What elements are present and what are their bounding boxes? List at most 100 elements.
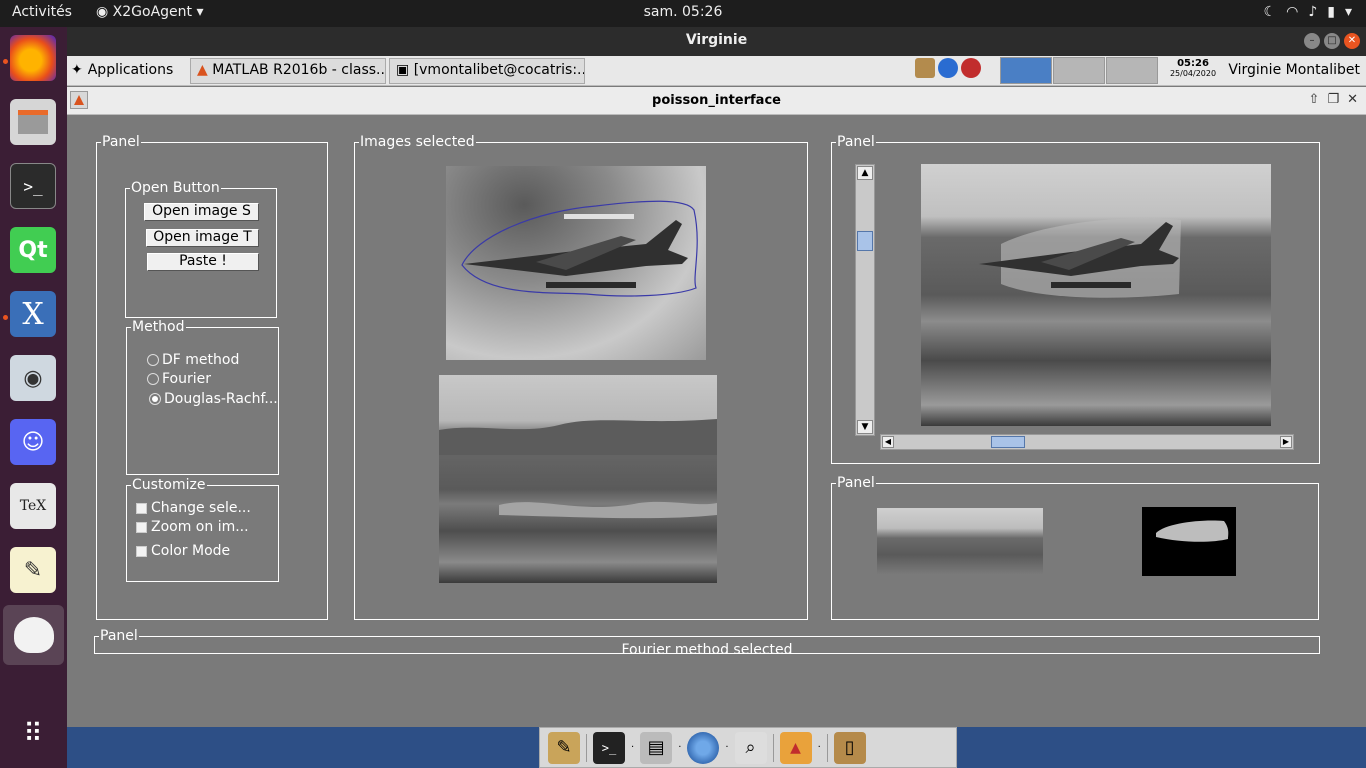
figure-up-button[interactable]: ⇧ bbox=[1309, 92, 1320, 107]
thumbnails-panel: Panel bbox=[831, 475, 1319, 620]
panel-tray bbox=[915, 58, 981, 78]
dot-separator: · bbox=[631, 742, 635, 753]
firefox-icon[interactable] bbox=[10, 35, 56, 81]
checkbox-zoom[interactable]: Zoom on im... bbox=[136, 519, 249, 535]
horizontal-scroll-thumb[interactable] bbox=[991, 436, 1025, 448]
control-panel: Panel Open Button Open image S Open imag… bbox=[96, 134, 328, 620]
group-title: Open Button bbox=[130, 180, 221, 196]
target-crop-thumbnail bbox=[877, 508, 1043, 575]
window-title-bar[interactable]: Virginie – □ ✕ bbox=[67, 27, 1366, 56]
result-image-drawing bbox=[979, 218, 1181, 298]
discord-icon[interactable]: ☺ bbox=[10, 419, 56, 465]
ubuntu-dock: >_ Qt X ◉ ☺ TeX ✎ ⠿ bbox=[0, 27, 67, 768]
clipboard-icon[interactable] bbox=[915, 58, 935, 78]
xfce-mouse-icon: ✦ bbox=[71, 62, 83, 78]
night-light-icon[interactable]: ☾ bbox=[1264, 4, 1277, 20]
terminal-icon[interactable]: >_ bbox=[10, 163, 56, 209]
result-image[interactable] bbox=[921, 164, 1271, 426]
gnome-top-bar: Activités ◉ X2GoAgent ▾ sam. 05:26 ☾ ◠ ♪… bbox=[0, 0, 1366, 27]
status-panel: Panel Fourier method selected bbox=[94, 628, 1320, 654]
timer-icon[interactable] bbox=[961, 58, 981, 78]
workspace-1[interactable] bbox=[1000, 57, 1052, 84]
scroll-up-arrow-icon[interactable]: ▲ bbox=[857, 166, 873, 180]
window-title: Virginie bbox=[685, 32, 748, 48]
vertical-scroll-thumb[interactable] bbox=[857, 231, 873, 251]
horizontal-scrollbar[interactable]: ◀ ▶ bbox=[880, 434, 1294, 450]
applications-menu[interactable]: ✦ Applications bbox=[71, 62, 173, 78]
close-button[interactable]: ✕ bbox=[1344, 33, 1360, 49]
x2go-client-icon[interactable]: X bbox=[10, 291, 56, 337]
camera-icon[interactable]: ◉ bbox=[10, 355, 56, 401]
texmaker-icon[interactable]: TeX bbox=[10, 483, 56, 529]
dot-separator: · bbox=[817, 742, 821, 753]
search-icon[interactable]: ⌕ bbox=[734, 731, 767, 764]
qt-creator-icon[interactable]: Qt bbox=[10, 227, 56, 273]
x2go-agent-icon[interactable] bbox=[3, 605, 64, 665]
chevron-down-icon[interactable]: ▾ bbox=[1345, 4, 1352, 20]
matlab-icon: ▲ bbox=[197, 62, 208, 78]
result-panel: Panel ▲ ▼ ◀ ▶ bbox=[831, 134, 1320, 464]
running-indicator bbox=[3, 315, 8, 320]
logout-icon[interactable]: ▯ bbox=[833, 731, 866, 764]
checkbox-color-mode[interactable]: Color Mode bbox=[136, 543, 230, 559]
separator bbox=[826, 733, 828, 762]
bottom-launcher: ✎ >_ · ▤ · · ⌕ ▲ · ▯ bbox=[539, 727, 957, 768]
paste-button[interactable]: Paste ! bbox=[147, 253, 259, 271]
figure-close-button[interactable]: ✕ bbox=[1347, 92, 1358, 107]
activities-button[interactable]: Activités bbox=[12, 4, 72, 20]
terminal-icon: ▣ bbox=[396, 62, 410, 78]
app-menu[interactable]: ◉ X2GoAgent ▾ bbox=[96, 4, 204, 20]
radio-df-method[interactable]: DF method bbox=[147, 352, 239, 368]
figure-title-bar[interactable]: poisson_interface ⇧ ❐ ✕ bbox=[67, 87, 1366, 115]
terminal-launcher-icon[interactable]: >_ bbox=[593, 731, 625, 764]
text-editor-icon[interactable]: ✎ bbox=[10, 547, 56, 593]
open-image-t-button[interactable]: Open image T bbox=[146, 229, 259, 247]
scroll-down-arrow-icon[interactable]: ▼ bbox=[857, 420, 873, 434]
customize-group: Customize Change sele... Zoom on im... C… bbox=[126, 477, 279, 582]
panel-title: Panel bbox=[836, 134, 876, 150]
task-label: MATLAB R2016b - class... bbox=[212, 62, 386, 78]
matlab-launcher-icon[interactable]: ▲ bbox=[779, 731, 812, 764]
source-image[interactable] bbox=[446, 166, 706, 360]
workspace-2[interactable] bbox=[1053, 57, 1105, 84]
clock-label[interactable]: sam. 05:26 bbox=[644, 4, 723, 20]
radio-indicator bbox=[147, 354, 159, 366]
open-button-group: Open Button Open image S Open image T Pa… bbox=[125, 180, 277, 318]
radio-indicator bbox=[149, 393, 161, 405]
files-icon[interactable] bbox=[10, 99, 56, 145]
task-terminal[interactable]: ▣ [vmontalibet@cocatris:... bbox=[389, 58, 585, 84]
system-tray[interactable]: ☾ ◠ ♪ ▮ ▾ bbox=[1264, 4, 1352, 20]
radio-fourier[interactable]: Fourier bbox=[147, 371, 211, 387]
task-matlab[interactable]: ▲ MATLAB R2016b - class... bbox=[190, 58, 386, 84]
figure-restore-button[interactable]: ❐ bbox=[1327, 92, 1339, 107]
group-title: Customize bbox=[131, 477, 207, 493]
battery-icon[interactable]: ▮ bbox=[1327, 4, 1335, 20]
radio-label: Fourier bbox=[162, 371, 212, 387]
panel-clock[interactable]: 05:26 25/04/2020 bbox=[1165, 58, 1221, 78]
checkbox-box bbox=[136, 521, 147, 533]
workspace-3[interactable] bbox=[1106, 57, 1158, 84]
scroll-left-arrow-icon[interactable]: ◀ bbox=[882, 436, 894, 448]
open-image-s-button[interactable]: Open image S bbox=[144, 203, 259, 221]
figure-title: poisson_interface bbox=[652, 93, 781, 108]
volume-icon[interactable]: ♪ bbox=[1308, 4, 1317, 20]
radio-label: Douglas-Rachf... bbox=[164, 391, 278, 407]
maximize-button[interactable]: □ bbox=[1324, 33, 1340, 49]
radio-douglas-rachford[interactable]: Douglas-Rachf... bbox=[149, 391, 278, 407]
file-manager-icon[interactable]: ▤ bbox=[640, 731, 673, 764]
vertical-scrollbar[interactable]: ▲ ▼ bbox=[855, 164, 875, 436]
settings-tool-icon[interactable]: ✎ bbox=[548, 731, 580, 764]
web-browser-icon[interactable] bbox=[687, 731, 720, 764]
scroll-right-arrow-icon[interactable]: ▶ bbox=[1280, 436, 1292, 448]
checkbox-change-selection[interactable]: Change sele... bbox=[136, 500, 251, 516]
wifi-icon[interactable]: ◠ bbox=[1286, 4, 1298, 20]
update-icon[interactable] bbox=[938, 58, 958, 78]
clock-area: sam. 05:26 bbox=[0, 4, 1366, 20]
status-text: Fourier method selected bbox=[621, 642, 793, 653]
target-image[interactable] bbox=[439, 375, 717, 583]
minimize-button[interactable]: – bbox=[1304, 33, 1320, 49]
user-name[interactable]: Virginie Montalibet bbox=[1228, 62, 1360, 78]
checkbox-label: Change sele... bbox=[151, 500, 251, 516]
images-selected-panel: Images selected bbox=[354, 134, 808, 620]
show-apps-icon[interactable]: ⠿ bbox=[10, 711, 56, 757]
